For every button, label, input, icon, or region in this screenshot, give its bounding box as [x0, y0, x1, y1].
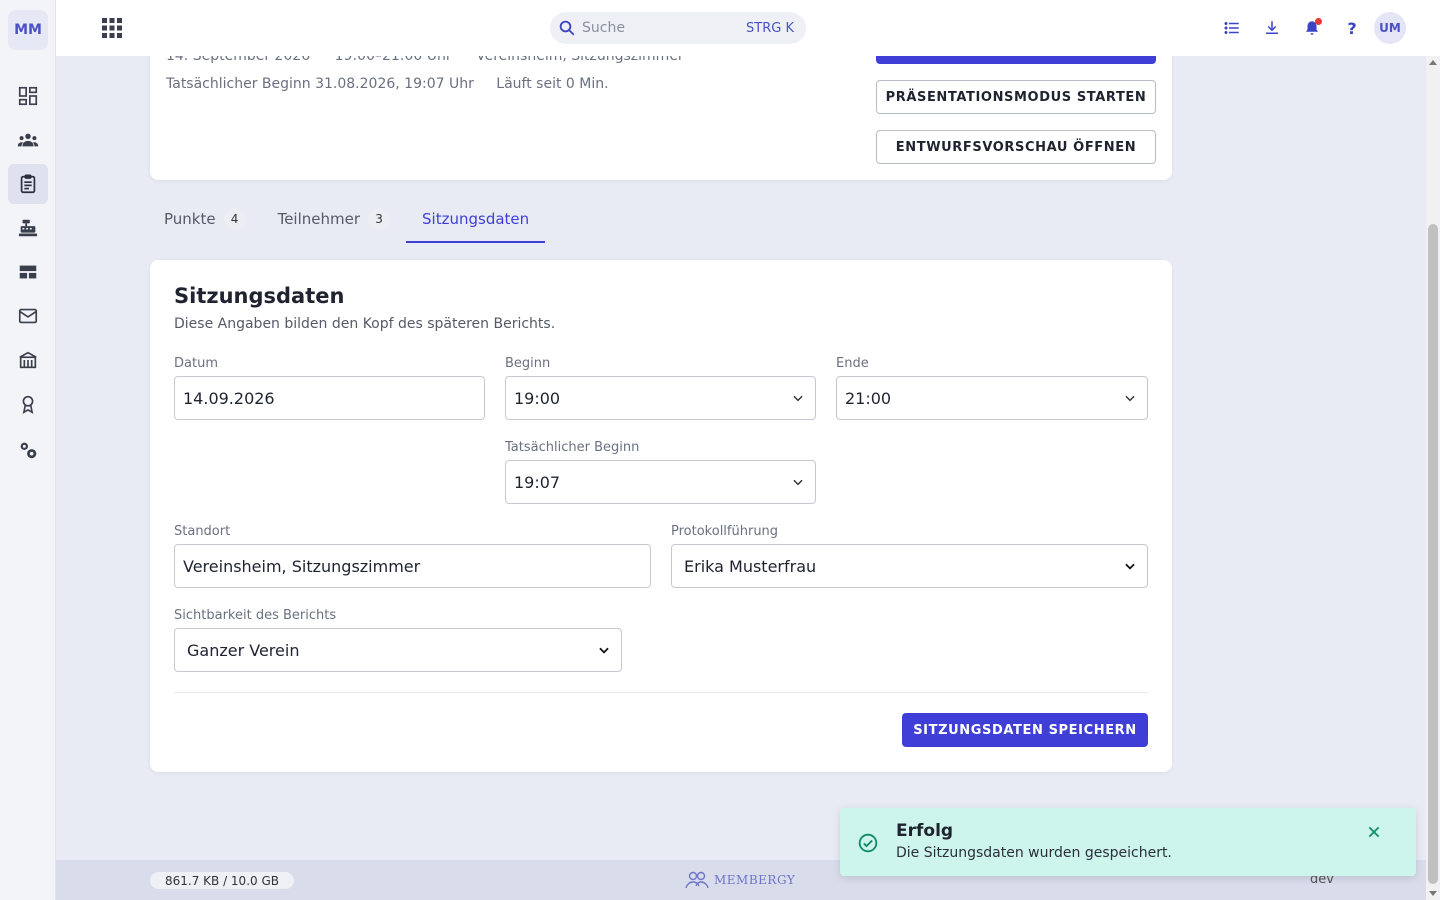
sidebar-item-dashboard[interactable]: [8, 76, 48, 116]
chevron-down-icon: [599, 647, 609, 654]
actual-start-field[interactable]: 19:07: [505, 460, 816, 504]
top-bar: STRG K ? UM: [56, 0, 1440, 56]
tab-label: Punkte: [164, 210, 216, 228]
help-button[interactable]: ?: [1340, 16, 1364, 40]
scroll-down-arrow-icon[interactable]: [1429, 891, 1437, 896]
check-circle-icon: [858, 833, 878, 853]
toast-message: Die Sitzungsdaten wurden gespeichert.: [896, 845, 1172, 861]
search-bar[interactable]: STRG K: [550, 12, 806, 44]
sidebar-item-layout[interactable]: [8, 252, 48, 292]
minutes-taker-value: Erika Musterfrau: [684, 556, 817, 576]
end-time-value: 21:00: [845, 388, 892, 408]
location-field[interactable]: Vereinsheim, Sitzungszimmer: [174, 544, 651, 588]
search-icon: [559, 20, 575, 36]
sidebar-item-awards[interactable]: [8, 384, 48, 424]
visibility-value: Ganzer Verein: [187, 640, 300, 660]
mail-icon: [18, 308, 38, 324]
minutes-taker-label: Protokollführung: [671, 524, 779, 539]
meeting-actual-start: Tatsächlicher Beginn 31.08.2026, 19:07 U…: [166, 76, 474, 92]
org-logo[interactable]: MM: [8, 10, 48, 50]
user-avatar[interactable]: UM: [1374, 12, 1406, 44]
clipboard-icon: [20, 174, 36, 194]
date-value: 14.09.2026: [183, 388, 275, 408]
open-draft-preview-button[interactable]: ENTWURFSVORSCHAU ÖFFNEN: [876, 130, 1156, 164]
list-icon: [1224, 22, 1239, 34]
tab-label: Sitzungsdaten: [422, 209, 530, 228]
save-meeting-data-button[interactable]: SITZUNGSDATEN SPEICHERN: [902, 713, 1148, 747]
meeting-tabs: Punkte 4 Teilnehmer 3 Sitzungsdaten: [150, 196, 546, 244]
start-time-label: Beginn: [505, 356, 551, 371]
downloads-button[interactable]: [1260, 16, 1284, 40]
chevron-down-icon: [793, 395, 803, 402]
toast-close-button[interactable]: [1364, 822, 1384, 842]
scroll-thumb[interactable]: [1428, 224, 1438, 884]
meeting-status-line: Tatsächlicher Beginn 31.08.2026, 19:07 U…: [166, 76, 627, 92]
chevron-down-icon: [1125, 563, 1135, 570]
tab-count-badge: 4: [223, 208, 246, 230]
start-time-field[interactable]: 19:00: [505, 376, 816, 420]
members-icon: [17, 133, 39, 147]
storage-usage: 861.7 KB / 10.0 GB: [150, 872, 294, 889]
date-label: Datum: [174, 356, 218, 371]
form-divider: [174, 692, 1148, 693]
apps-grid-icon[interactable]: [100, 16, 124, 40]
brand-logo: MEMBERGY: [684, 870, 795, 890]
award-icon: [22, 395, 34, 414]
settings-icon: [20, 442, 37, 459]
visibility-select[interactable]: Ganzer Verein: [174, 628, 622, 672]
toast-title: Erfolg: [896, 821, 954, 841]
tab-sitzungsdaten[interactable]: Sitzungsdaten: [406, 196, 546, 243]
membergy-logo-icon: [685, 871, 709, 889]
tab-teilnehmer[interactable]: Teilnehmer 3: [262, 196, 406, 242]
location-label: Standort: [174, 524, 231, 539]
sidebar: MM: [0, 0, 56, 900]
meeting-data-form: Sitzungsdaten Diese Angaben bilden den K…: [150, 260, 1172, 772]
sidebar-item-facilities[interactable]: [8, 340, 48, 380]
end-time-field[interactable]: 21:00: [836, 376, 1148, 420]
close-icon: [1368, 826, 1380, 838]
start-time-value: 19:00: [514, 388, 561, 408]
start-presentation-button[interactable]: PRÄSENTATIONSMODUS STARTEN: [876, 80, 1156, 114]
tab-count-badge: 3: [368, 208, 391, 230]
page-scrollbar[interactable]: [1426, 56, 1440, 900]
cash-register-icon: [18, 219, 38, 237]
form-subtitle: Diese Angaben bilden den Kopf des später…: [174, 316, 556, 332]
form-title: Sitzungsdaten: [174, 284, 345, 308]
tab-label: Teilnehmer: [277, 210, 361, 228]
building-icon: [19, 351, 37, 369]
sidebar-item-members[interactable]: [8, 120, 48, 160]
sidebar-item-settings[interactable]: [8, 430, 48, 470]
search-input[interactable]: [582, 20, 747, 36]
task-list-button[interactable]: [1220, 16, 1244, 40]
chevron-down-icon: [1125, 395, 1135, 402]
download-icon: [1266, 21, 1278, 34]
success-toast: Erfolg Die Sitzungsdaten wurden gespeich…: [840, 808, 1416, 876]
brand-name: MEMBERGY: [714, 873, 796, 887]
chevron-down-icon: [793, 479, 803, 486]
location-value: Vereinsheim, Sitzungszimmer: [183, 556, 421, 576]
meeting-running-time: Läuft seit 0 Min.: [496, 76, 609, 92]
sidebar-item-meetings[interactable]: [8, 164, 48, 204]
visibility-label: Sichtbarkeit des Berichts: [174, 608, 337, 623]
dashboard-icon: [18, 86, 38, 106]
notification-dot: [1315, 18, 1322, 25]
actual-start-value: 19:07: [514, 472, 561, 492]
sidebar-item-mail[interactable]: [8, 296, 48, 336]
actual-start-label: Tatsächlicher Beginn: [505, 440, 640, 455]
minutes-taker-select[interactable]: Erika Musterfrau: [671, 544, 1148, 588]
end-time-label: Ende: [836, 356, 869, 371]
scroll-up-arrow-icon[interactable]: [1429, 60, 1437, 65]
notifications-button[interactable]: [1300, 16, 1324, 40]
search-shortcut: STRG K: [746, 20, 794, 36]
tab-punkte[interactable]: Punkte 4: [150, 196, 262, 242]
layout-icon: [19, 265, 37, 279]
sidebar-item-finance[interactable]: [8, 208, 48, 248]
help-icon: ?: [1347, 18, 1357, 38]
date-field[interactable]: 14.09.2026: [174, 376, 485, 420]
